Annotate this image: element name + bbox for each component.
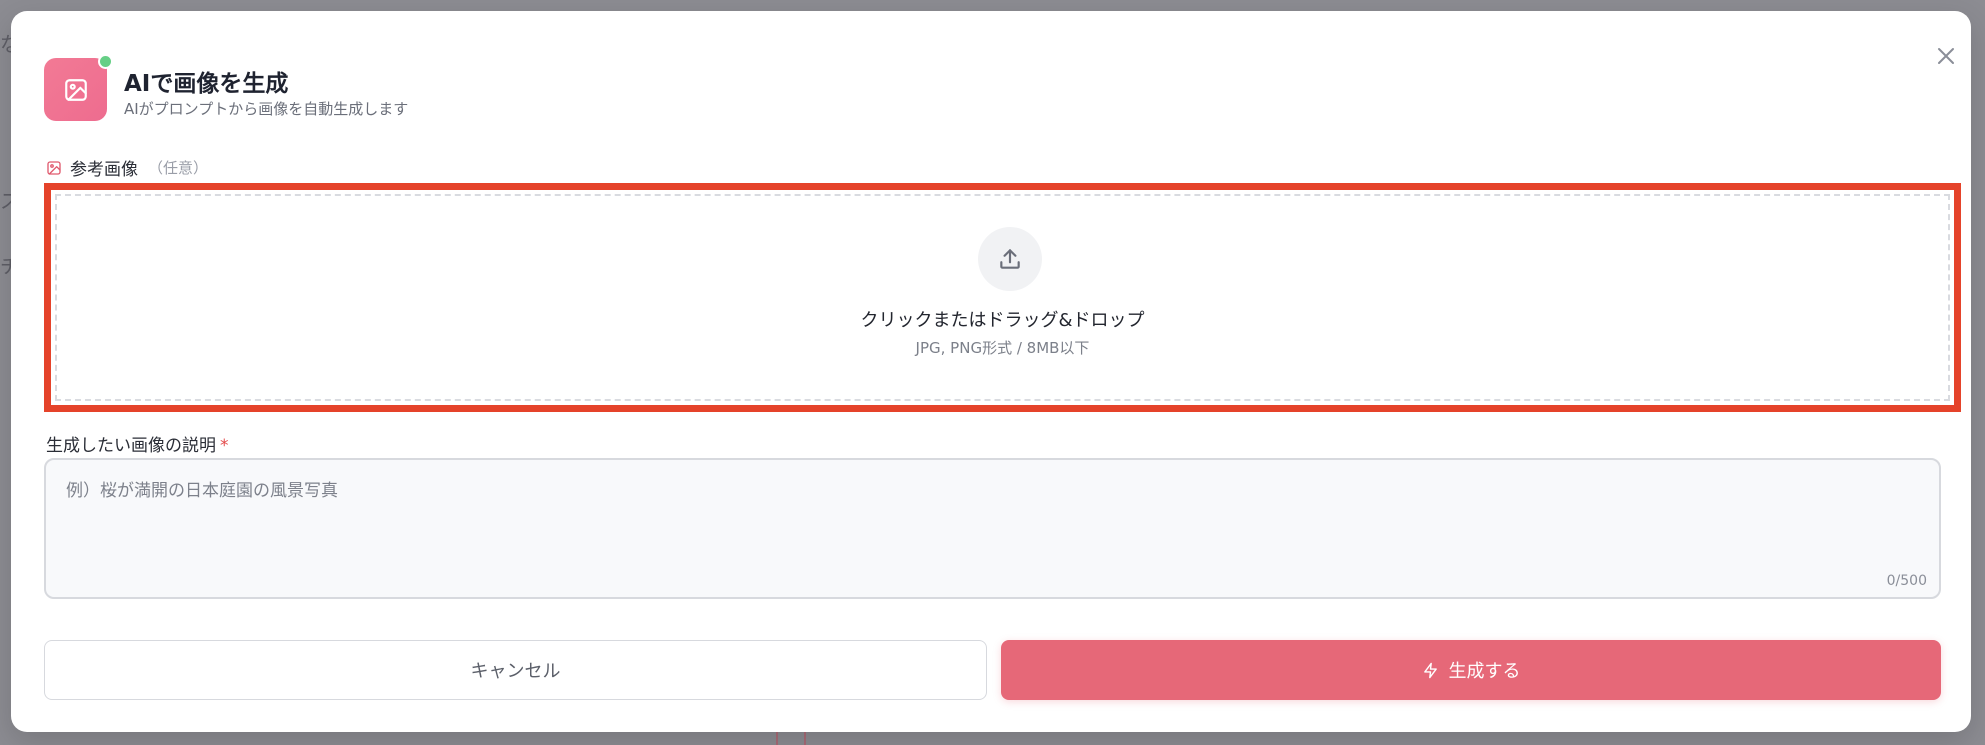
image-icon	[47, 160, 61, 175]
upload-icon-circle	[978, 227, 1042, 291]
dialog-title: AIで画像を生成	[124, 71, 289, 97]
required-mark: *	[220, 436, 229, 456]
image-icon	[64, 78, 87, 101]
status-dot	[98, 54, 113, 69]
generate-button[interactable]: 生成する	[1001, 640, 1941, 700]
description-textarea[interactable]	[46, 460, 1939, 597]
optional-note: （任意）	[148, 159, 209, 177]
description-label: 生成したい画像の説明 *	[46, 431, 229, 456]
close-icon	[1938, 48, 1954, 64]
upload-highlight-frame: クリックまたはドラッグ&ドロップ JPG, PNG形式 / 8MB以下	[44, 183, 1961, 412]
lightning-icon	[1423, 662, 1437, 678]
cancel-button[interactable]: キャンセル	[44, 640, 987, 700]
reference-image-label: 参考画像	[70, 160, 138, 180]
upload-icon	[1000, 249, 1020, 269]
generate-image-dialog: AIで画像を生成 AIがプロンプトから画像を自動生成します 参考画像 （任意） …	[11, 11, 1971, 732]
image-dropzone[interactable]: クリックまたはドラッグ&ドロップ JPG, PNG形式 / 8MB以下	[55, 194, 1950, 401]
char-count: 0/500	[1886, 573, 1927, 589]
description-label-text: 生成したい画像の説明	[46, 436, 216, 456]
description-field-wrapper: 0/500	[44, 458, 1941, 599]
upload-instruction: クリックまたはドラッグ&ドロップ	[860, 310, 1145, 331]
close-button[interactable]	[1931, 41, 1961, 71]
upload-format-hint: JPG, PNG形式 / 8MB以下	[915, 339, 1090, 357]
dialog-subtitle: AIがプロンプトから画像を自動生成します	[124, 100, 409, 118]
generate-button-label: 生成する	[1448, 661, 1521, 682]
reference-image-label-row: 参考画像 （任意）	[46, 155, 208, 180]
header-image-icon-badge	[44, 58, 107, 121]
